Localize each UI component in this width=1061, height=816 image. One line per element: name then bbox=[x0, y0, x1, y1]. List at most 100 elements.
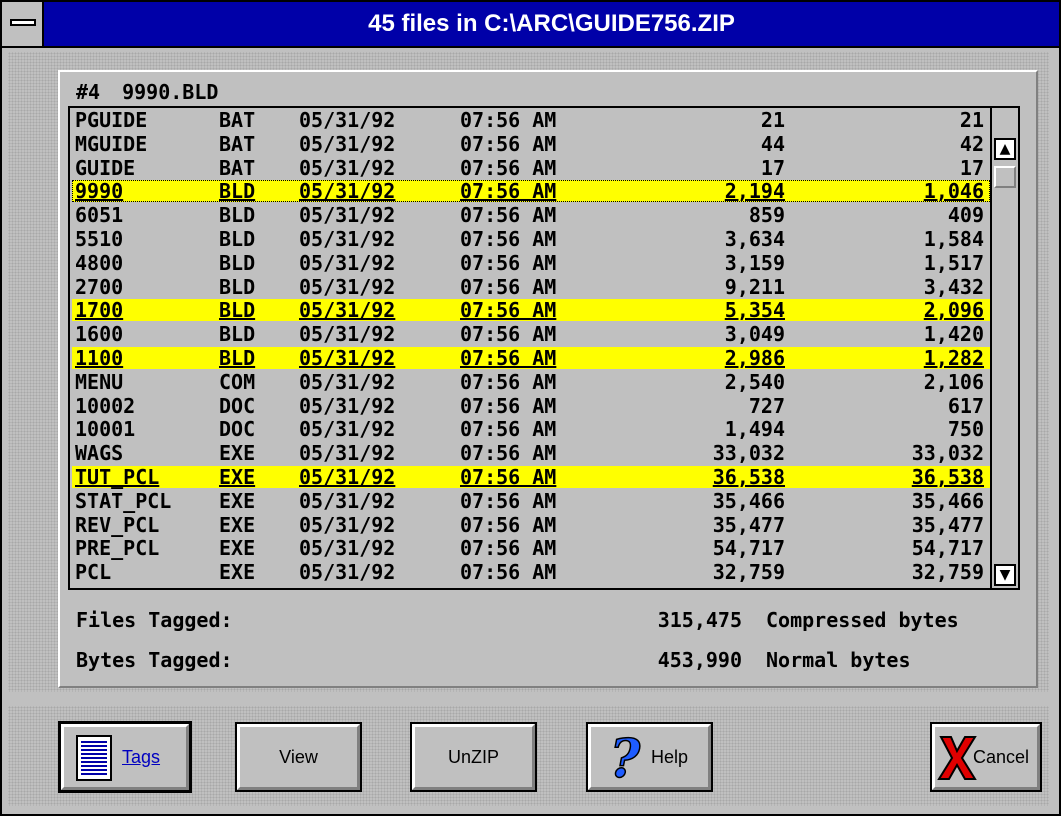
file-name: 1100 bbox=[75, 346, 124, 370]
tags-button-label: Tags bbox=[122, 746, 161, 767]
system-menu-button[interactable] bbox=[2, 2, 44, 46]
scroll-up-button[interactable]: ▲ bbox=[994, 138, 1016, 160]
file-time: 07:56 AM bbox=[460, 488, 557, 513]
file-name: GUIDE bbox=[75, 155, 136, 180]
compressed-bytes-label: Compressed bytes bbox=[766, 608, 959, 632]
file-compressed-size: 32,759 bbox=[911, 560, 984, 585]
file-date: 05/31/92 bbox=[299, 250, 396, 275]
file-time: 07:56 AM bbox=[460, 369, 557, 394]
file-compressed-size: 409 bbox=[947, 203, 984, 228]
tags-button[interactable]: Tags bbox=[58, 721, 192, 793]
file-extension: DOC bbox=[219, 417, 256, 442]
file-date: 05/31/92 bbox=[299, 274, 396, 299]
file-time: 07:56 AM bbox=[460, 227, 557, 251]
file-row[interactable]: 2700 BLD 05/31/92 07:56 AM 9,211 3,432 bbox=[72, 276, 990, 298]
file-extension: BLD bbox=[219, 227, 256, 251]
file-size: 727 bbox=[748, 393, 785, 418]
file-row[interactable]: 9990 BLD 05/31/92 07:56 AM 2,194 1,046 bbox=[72, 179, 990, 204]
file-row[interactable]: WAGS EXE 05/31/92 07:56 AM 33,032 33,032 bbox=[72, 442, 990, 464]
window-title: 45 files in C:\ARC\GUIDE756.ZIP bbox=[368, 10, 735, 37]
file-time: 07:56 AM bbox=[460, 536, 557, 561]
file-row[interactable]: STAT_PCL EXE 05/31/92 07:56 AM 35,466 35,466 bbox=[72, 490, 990, 512]
file-compressed-size: 21 bbox=[959, 108, 984, 132]
file-row[interactable]: 1600 BLD 05/31/92 07:56 AM 3,049 1,420 bbox=[72, 323, 990, 345]
file-extension: BLD bbox=[219, 274, 256, 299]
file-name: TUT_PCL bbox=[75, 465, 160, 489]
file-extension: BAT bbox=[219, 155, 256, 180]
file-row[interactable]: PRE_PCL EXE 05/31/92 07:56 AM 54,717 54,717 bbox=[72, 537, 990, 559]
file-size: 36,538 bbox=[712, 465, 785, 489]
file-size: 9,211 bbox=[724, 274, 785, 299]
file-row[interactable]: 5510 BLD 05/31/92 07:56 AM 3,634 1,584 bbox=[72, 228, 990, 250]
file-time: 07:56 AM bbox=[460, 108, 557, 132]
file-size: 33,032 bbox=[712, 441, 785, 466]
file-name: 10001 bbox=[75, 417, 136, 442]
file-extension: BAT bbox=[219, 108, 256, 132]
file-size: 2,194 bbox=[724, 179, 785, 204]
vertical-scrollbar[interactable]: ▲ ▼ bbox=[990, 106, 1020, 590]
file-row[interactable]: MENU COM 05/31/92 07:56 AM 2,540 2,106 bbox=[72, 371, 990, 393]
file-compressed-size: 36,538 bbox=[911, 465, 984, 489]
file-time: 07:56 AM bbox=[460, 155, 557, 180]
file-row[interactable]: REV_PCL EXE 05/31/92 07:56 AM 35,477 35,477 bbox=[72, 514, 990, 536]
file-size: 2,986 bbox=[724, 346, 785, 370]
file-time: 07:56 AM bbox=[460, 298, 557, 323]
file-compressed-size: 1,517 bbox=[923, 250, 984, 275]
file-name: MENU bbox=[75, 369, 124, 394]
file-extension: EXE bbox=[219, 560, 256, 585]
file-extension: EXE bbox=[219, 441, 256, 466]
file-name: STAT_PCL bbox=[75, 488, 172, 513]
file-extension: EXE bbox=[219, 488, 256, 513]
scroll-thumb[interactable] bbox=[994, 166, 1016, 188]
question-mark-icon: ? bbox=[609, 731, 642, 785]
file-date: 05/31/92 bbox=[299, 465, 396, 489]
file-row[interactable]: 10001 DOC 05/31/92 07:56 AM 1,494 750 bbox=[72, 418, 990, 440]
file-row[interactable]: PCL EXE 05/31/92 07:56 AM 32,759 32,759 bbox=[72, 561, 990, 583]
normal-bytes-label: Normal bytes bbox=[766, 648, 911, 672]
file-date: 05/31/92 bbox=[299, 131, 396, 156]
file-date: 05/31/92 bbox=[299, 227, 396, 251]
file-row[interactable]: TUT_PCL EXE 05/31/92 07:56 AM 36,538 36,538 bbox=[72, 466, 990, 488]
file-size: 17 bbox=[760, 155, 785, 180]
file-row[interactable]: GUIDE BAT 05/31/92 07:56 AM 17 17 bbox=[72, 157, 990, 179]
scroll-down-button[interactable]: ▼ bbox=[994, 564, 1016, 586]
title-bar[interactable]: 45 files in C:\ARC\GUIDE756.ZIP bbox=[2, 2, 1059, 48]
file-time: 07:56 AM bbox=[460, 393, 557, 418]
normal-bytes-value: 453,990 bbox=[657, 648, 742, 672]
file-time: 07:56 AM bbox=[460, 274, 557, 299]
compressed-bytes-value: 315,475 bbox=[657, 608, 742, 632]
file-compressed-size: 1,584 bbox=[923, 227, 984, 251]
file-time: 07:56 AM bbox=[460, 322, 557, 347]
unzip-button[interactable]: UnZIP bbox=[410, 722, 537, 792]
unzip-button-label: UnZIP bbox=[447, 746, 499, 767]
file-time: 07:56 AM bbox=[460, 465, 557, 489]
file-name: PRE_PCL bbox=[75, 536, 160, 561]
cancel-button[interactable]: Cancel bbox=[930, 722, 1042, 792]
file-row[interactable]: 1700 BLD 05/31/92 07:56 AM 5,354 2,096 bbox=[72, 298, 990, 323]
files-tagged-label: Files Tagged: bbox=[76, 608, 233, 632]
file-extension: BLD bbox=[219, 346, 256, 370]
file-compressed-size: 1,046 bbox=[923, 179, 984, 204]
svg-text:?: ? bbox=[610, 731, 641, 785]
file-time: 07:56 AM bbox=[460, 512, 557, 537]
file-row[interactable]: 4800 BLD 05/31/92 07:56 AM 3,159 1,517 bbox=[72, 252, 990, 274]
file-size: 35,466 bbox=[712, 488, 785, 513]
selected-filename: 9990.BLD bbox=[122, 80, 219, 104]
file-time: 07:56 AM bbox=[460, 441, 557, 466]
selected-index: #4 bbox=[76, 80, 101, 104]
file-row[interactable]: 10002 DOC 05/31/92 07:56 AM 727 617 bbox=[72, 395, 990, 417]
file-row[interactable]: 1100 BLD 05/31/92 07:56 AM 2,986 1,282 bbox=[72, 347, 990, 369]
file-extension: BLD bbox=[219, 203, 256, 228]
file-row[interactable]: MGUIDE BAT 05/31/92 07:56 AM 44 42 bbox=[72, 133, 990, 155]
file-name: 9990 bbox=[75, 179, 124, 204]
file-row[interactable]: PGUIDE BAT 05/31/92 07:56 AM 21 21 bbox=[72, 109, 990, 131]
file-date: 05/31/92 bbox=[299, 203, 396, 228]
help-button[interactable]: ? Help bbox=[586, 722, 713, 792]
view-button[interactable]: View bbox=[235, 722, 362, 792]
file-listbox[interactable]: PGUIDE BAT 05/31/92 07:56 AM 21 21 MGUIDE BAT 05… bbox=[68, 106, 992, 590]
file-row[interactable]: 6051 BLD 05/31/92 07:56 AM 859 409 bbox=[72, 204, 990, 226]
file-extension: BAT bbox=[219, 131, 256, 156]
file-compressed-size: 3,432 bbox=[923, 274, 984, 299]
file-size: 3,634 bbox=[724, 227, 785, 251]
file-date: 05/31/92 bbox=[299, 488, 396, 513]
